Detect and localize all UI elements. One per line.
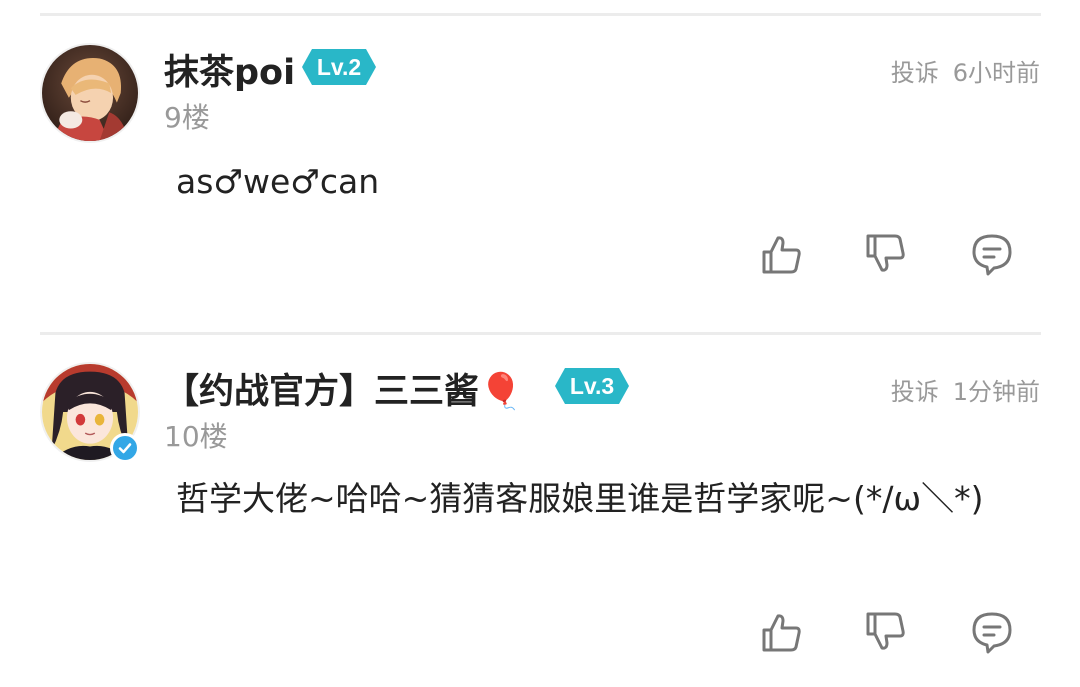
username[interactable]: 【约战官方】三三酱🎈 [164,363,523,414]
username[interactable]: 抹茶poi [164,44,295,95]
level-label: Lv.3 [569,373,615,399]
like-button[interactable] [758,230,806,278]
comment-list: 抹茶poi Lv.2 投诉 6小时前 9楼 as♂we♂can 【约战官方】三三… [0,0,1080,687]
floor-number: 10楼 [164,420,228,453]
check-icon [118,443,132,454]
thumbs-up-icon [762,614,801,652]
thumbs-down-icon [866,234,905,272]
dislike-button[interactable] [862,608,910,656]
reply-button[interactable] [968,230,1016,278]
avatar[interactable] [40,43,140,143]
thumbs-down-icon [866,612,905,650]
level-badge: Lv.3 [555,368,629,404]
comment-meta: 投诉 6小时前 [891,53,1040,88]
comment-text: 哲学大佬~哈哈~猜猜客服娘里谁是哲学家呢~(*/ω＼*) [176,479,984,518]
reply-button[interactable] [968,608,1016,656]
avatar-image [42,45,138,141]
level-label: Lv.2 [316,54,362,80]
comment-actions [758,608,1018,658]
thumbs-up-icon [762,236,801,274]
timestamp: 6小时前 [952,59,1040,87]
comment-bubble-icon [972,612,1012,654]
dislike-button[interactable] [862,230,910,278]
comment-actions [758,230,1018,280]
level-badge: Lv.2 [302,49,376,85]
verified-badge [110,433,140,463]
floor-number: 9楼 [164,101,210,134]
top-divider [40,13,1041,16]
like-button[interactable] [758,608,806,656]
comment-bubble-icon [972,234,1012,276]
report-link[interactable]: 投诉 [891,59,939,87]
comment-meta: 投诉 1分钟前 [891,372,1040,407]
timestamp: 1分钟前 [952,378,1040,406]
report-link[interactable]: 投诉 [891,378,939,406]
comment-text: as♂we♂can [176,162,380,201]
comment-divider [40,332,1041,335]
